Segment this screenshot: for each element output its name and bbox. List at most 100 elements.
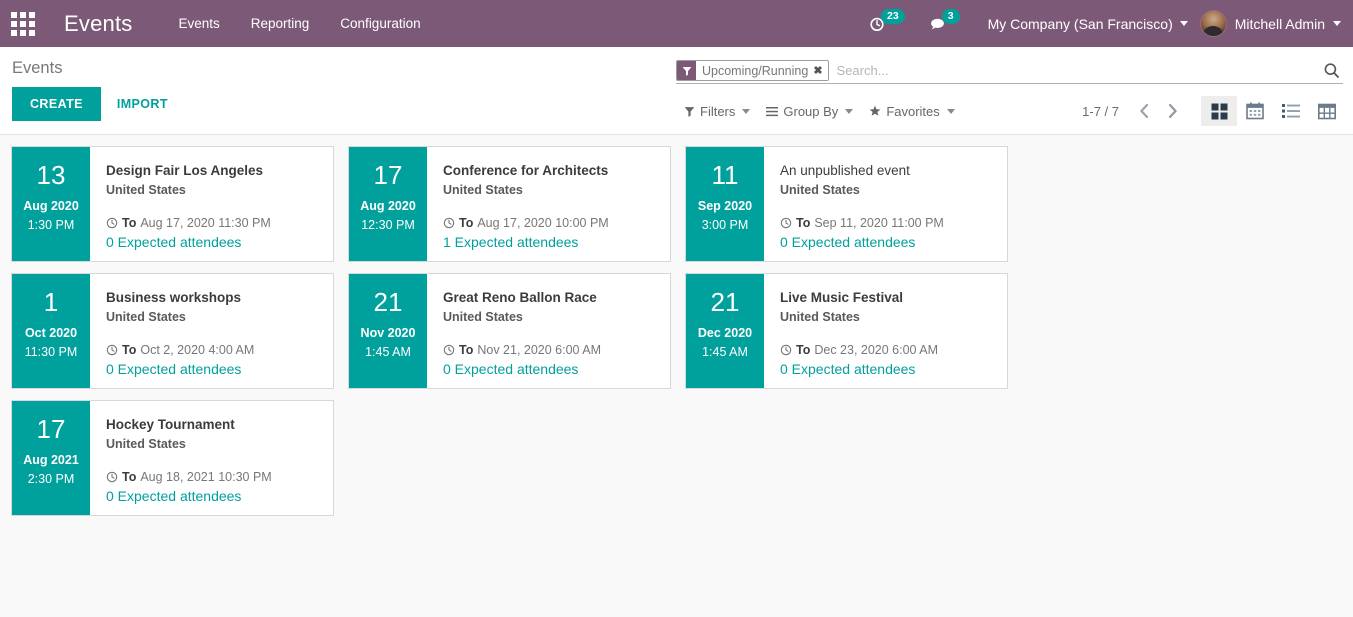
- chevron-down-icon: [1333, 21, 1341, 26]
- groupby-dropdown[interactable]: Group By: [758, 98, 861, 125]
- view-calendar-button[interactable]: [1237, 96, 1273, 126]
- event-card[interactable]: 1 Oct 2020 11:30 PM Business workshops Unite…: [11, 273, 334, 389]
- event-month-year: Sep 2020: [697, 199, 753, 213]
- event-date-block: 21 Dec 2020 1:45 AM: [686, 274, 764, 388]
- pager-previous-button[interactable]: [1131, 98, 1157, 124]
- event-end-row: To Sep 11, 2020 11:00 PM: [780, 216, 995, 230]
- event-attendees-link[interactable]: 1 Expected attendees: [443, 232, 658, 252]
- clock-icon: [106, 344, 118, 356]
- event-end-row: To Nov 21, 2020 6:00 AM: [443, 343, 658, 357]
- filters-label: Filters: [700, 103, 736, 119]
- create-button[interactable]: CREATE: [12, 87, 101, 121]
- event-day: 21: [373, 287, 403, 317]
- event-card[interactable]: 17 Aug 2021 2:30 PM Hockey Tournament United…: [11, 400, 334, 516]
- breadcrumb[interactable]: Events: [12, 59, 62, 78]
- event-day: 1: [43, 287, 59, 317]
- filters-dropdown[interactable]: Filters: [676, 98, 758, 125]
- event-start-time: 11:30 PM: [24, 345, 78, 359]
- chevron-down-icon: [946, 108, 955, 114]
- filter-toolbar: Filters Group By Favorites 1-7 / 7: [676, 93, 1345, 129]
- event-attendees-link[interactable]: 0 Expected attendees: [106, 232, 321, 252]
- event-attendees-link[interactable]: 0 Expected attendees: [106, 486, 321, 506]
- event-day: 17: [36, 414, 66, 444]
- event-month-year: Dec 2020: [697, 326, 753, 340]
- event-date-block: 21 Nov 2020 1:45 AM: [349, 274, 427, 388]
- event-start-time: 1:30 PM: [27, 218, 75, 232]
- event-end-date: Aug 18, 2021 10:30 PM: [140, 470, 272, 484]
- event-card[interactable]: 21 Nov 2020 1:45 AM Great Reno Ballon Race U…: [348, 273, 671, 389]
- menu-item-configuration[interactable]: Configuration: [338, 12, 422, 35]
- event-to-label: To: [796, 216, 811, 230]
- event-card[interactable]: 17 Aug 2020 12:30 PM Conference for Archite…: [348, 146, 671, 262]
- apps-menu-button[interactable]: [0, 0, 46, 47]
- event-card[interactable]: 11 Sep 2020 3:00 PM An unpublished event Uni…: [685, 146, 1008, 262]
- main-menu: Events Reporting Configuration: [176, 12, 422, 35]
- event-start-time: 3:00 PM: [701, 218, 749, 232]
- clock-icon: [443, 344, 455, 356]
- event-country: United States: [106, 183, 186, 197]
- activities-menu-button[interactable]: 23: [859, 9, 919, 32]
- event-date-block: 17 Aug 2020 12:30 PM: [349, 147, 427, 261]
- event-card-body: Live Music Festival United States To Dec 23…: [764, 274, 1007, 388]
- clock-icon: [106, 471, 118, 483]
- menu-item-reporting[interactable]: Reporting: [249, 12, 312, 35]
- search-facet-upcoming-running[interactable]: Upcoming/Running ✖: [676, 60, 829, 81]
- view-pivot-button[interactable]: [1309, 96, 1345, 126]
- event-start-time: 1:45 AM: [702, 345, 748, 359]
- star-icon: [869, 105, 881, 117]
- event-day: 11: [711, 160, 739, 190]
- messages-menu-button[interactable]: 3: [919, 9, 974, 32]
- company-switcher[interactable]: My Company (San Francisco): [988, 16, 1188, 32]
- event-date-block: 1 Oct 2020 11:30 PM: [12, 274, 90, 388]
- event-month-year: Oct 2020: [24, 326, 78, 340]
- user-menu[interactable]: Mitchell Admin: [1199, 10, 1341, 37]
- event-attendees-link[interactable]: 0 Expected attendees: [780, 359, 995, 379]
- event-end-row: To Aug 18, 2021 10:30 PM: [106, 470, 321, 484]
- event-date-block: 13 Aug 2020 1:30 PM: [12, 147, 90, 261]
- event-to-label: To: [459, 216, 474, 230]
- event-start-time: 12:30 PM: [361, 218, 415, 232]
- event-attendees-link[interactable]: 0 Expected attendees: [780, 232, 995, 252]
- event-end-date: Nov 21, 2020 6:00 AM: [477, 343, 602, 357]
- event-card[interactable]: 13 Aug 2020 1:30 PM Design Fair Los Angeles…: [11, 146, 334, 262]
- import-button[interactable]: IMPORT: [111, 87, 174, 121]
- hamburger-icon: [766, 106, 779, 117]
- event-month-year: Nov 2020: [360, 326, 416, 340]
- clock-icon: [443, 217, 455, 229]
- view-list-button[interactable]: [1273, 96, 1309, 126]
- search-bar[interactable]: Upcoming/Running ✖: [676, 58, 1343, 84]
- event-title: Business workshops: [106, 290, 242, 305]
- event-end-row: To Aug 17, 2020 11:30 PM: [106, 216, 321, 230]
- chevron-down-icon: [742, 108, 751, 114]
- activities-count-badge: 23: [881, 9, 905, 24]
- messages-count-badge: 3: [941, 9, 960, 24]
- event-end-date: Sep 11, 2020 11:00 PM: [814, 216, 944, 230]
- navbar-right-tools: 23 3 My Company (San Francisco) Mitchell…: [859, 9, 1353, 37]
- magnifier-icon[interactable]: [1323, 62, 1343, 79]
- event-card[interactable]: 21 Dec 2020 1:45 AM Live Music Festival Unit…: [685, 273, 1008, 389]
- pager-next-button[interactable]: [1159, 98, 1185, 124]
- pivot-icon: [1318, 103, 1336, 120]
- event-month-year: Aug 2020: [360, 199, 416, 213]
- search-facet-label: Upcoming/Running: [702, 63, 809, 78]
- event-title: Live Music Festival: [780, 290, 904, 305]
- event-card-body: Design Fair Los Angeles United States To Au…: [90, 147, 333, 261]
- event-start-time: 2:30 PM: [27, 472, 75, 486]
- view-switcher: [1201, 96, 1345, 126]
- event-end-date: Oct 2, 2020 4:00 AM: [140, 343, 255, 357]
- search-input[interactable]: [828, 63, 1323, 78]
- event-to-label: To: [796, 343, 811, 357]
- event-title: Hockey Tournament: [106, 417, 235, 432]
- favorites-dropdown[interactable]: Favorites: [861, 98, 962, 125]
- menu-item-events[interactable]: Events: [176, 12, 221, 35]
- event-end-date: Dec 23, 2020 6:00 AM: [814, 343, 939, 357]
- event-attendees-link[interactable]: 0 Expected attendees: [106, 359, 321, 379]
- view-kanban-button[interactable]: [1201, 96, 1237, 126]
- event-title: Conference for Architects: [443, 163, 609, 178]
- favorites-label: Favorites: [886, 103, 940, 119]
- funnel-icon: [684, 106, 695, 117]
- event-attendees-link[interactable]: 0 Expected attendees: [443, 359, 658, 379]
- chevron-down-icon: [1179, 21, 1188, 26]
- event-card-body: Conference for Architects United States To…: [427, 147, 670, 261]
- close-icon[interactable]: ✖: [812, 61, 827, 80]
